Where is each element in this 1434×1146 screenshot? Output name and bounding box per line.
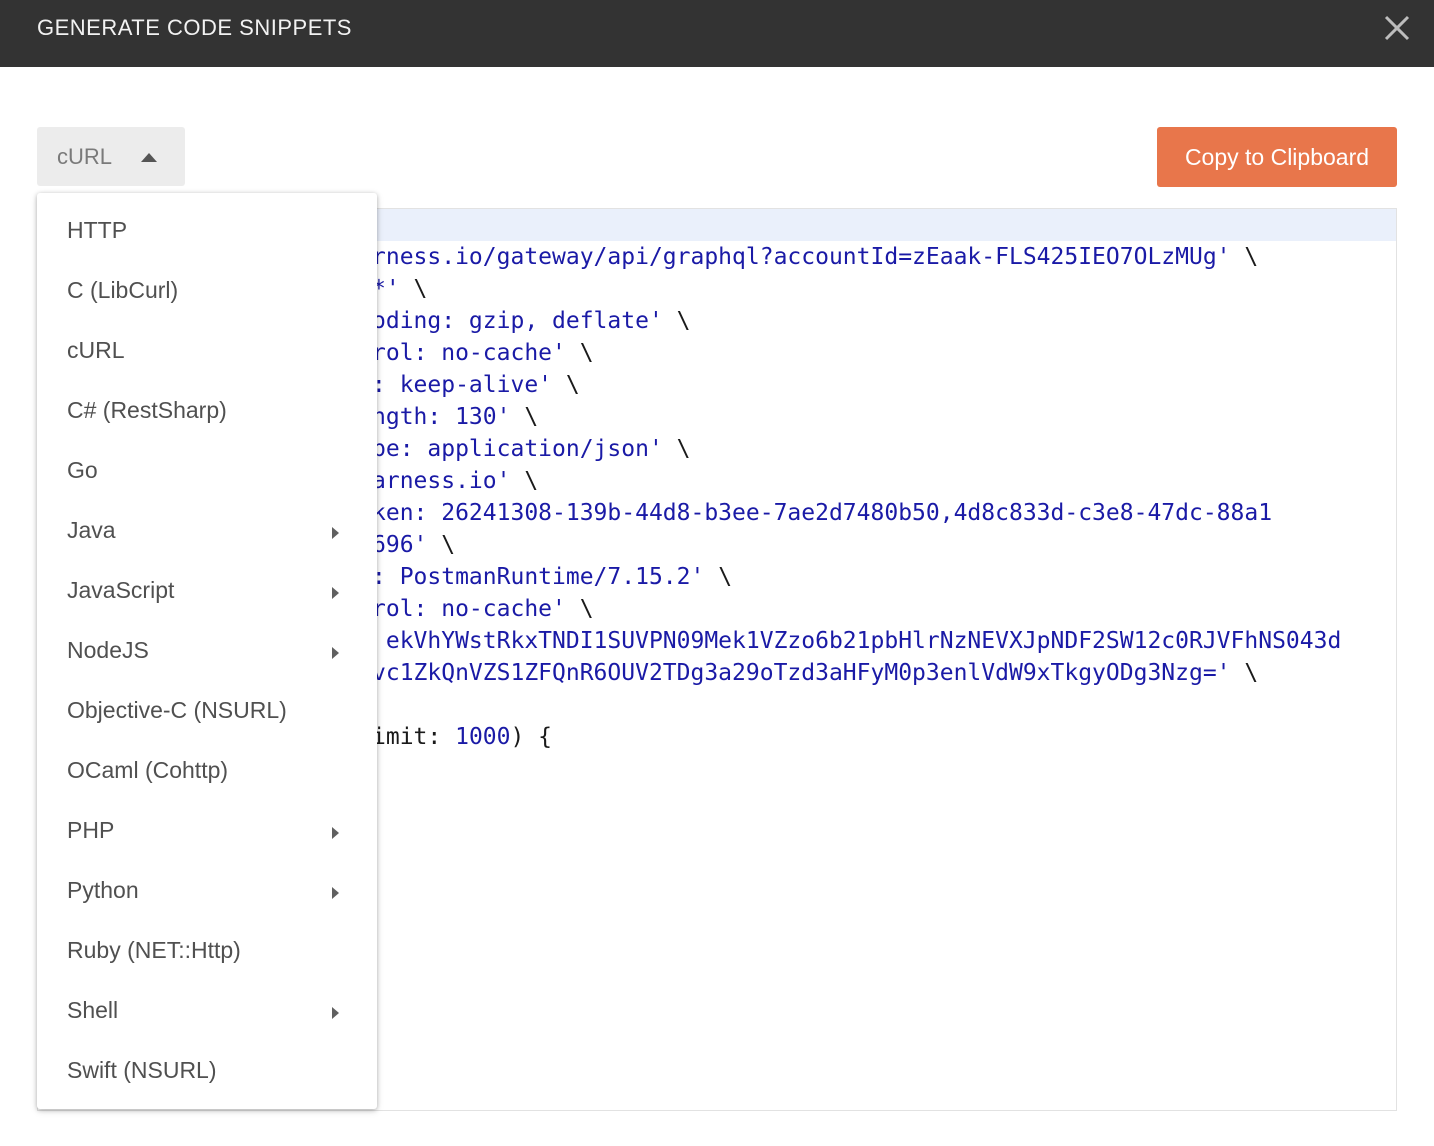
submenu-arrow-icon [332, 887, 339, 899]
menu-item-php[interactable]: PHP [37, 803, 377, 863]
code-line: arness.io' \ [372, 468, 539, 494]
menu-item-label: Go [67, 457, 98, 483]
submenu-arrow-icon [332, 647, 339, 659]
code-line: ken: 26241308-139b-44d8-b3ee-7ae2d7480b5… [372, 500, 1273, 526]
language-select-value: cURL [57, 144, 113, 169]
submenu-arrow-icon [332, 1007, 339, 1019]
menu-item-c-restsharp[interactable]: C# (RestSharp) [37, 383, 377, 443]
menu-item-label: C# (RestSharp) [67, 397, 227, 423]
menu-item-label: Java [67, 517, 116, 543]
menu-item-label: Python [67, 877, 139, 903]
submenu-arrow-icon [332, 827, 339, 839]
menu-item-swift-nsurl[interactable]: Swift (NSURL) [37, 1043, 377, 1103]
menu-item-curl[interactable]: cURL [37, 323, 377, 383]
code-line: oding: gzip, deflate' \ [372, 308, 691, 334]
menu-item-label: Ruby (NET::Http) [67, 937, 241, 963]
submenu-arrow-icon [332, 527, 339, 539]
dialog-title: GENERATE CODE SNIPPETS [37, 15, 352, 40]
menu-item-c-libcurl[interactable]: C (LibCurl) [37, 263, 377, 323]
menu-item-label: HTTP [67, 217, 128, 243]
code-line: : PostmanRuntime/7.15.2' \ [372, 564, 733, 590]
copy-to-clipboard-button[interactable]: Copy to Clipboard [1157, 127, 1397, 187]
menu-item-label: Shell [67, 997, 119, 1023]
code-line: rness.io/gateway/api/graphql?accountId=z… [372, 244, 1259, 270]
code-line: pe: application/json' \ [372, 436, 691, 462]
menu-item-http[interactable]: HTTP [37, 203, 377, 263]
language-select[interactable]: cURL [37, 127, 185, 186]
menu-item-label: Swift (NSURL) [67, 1057, 217, 1083]
caret-up-icon [141, 153, 157, 162]
menu-item-label: Objective-C (NSURL) [67, 697, 287, 723]
menu-item-python[interactable]: Python [37, 863, 377, 923]
code-line-query: imit: 1000) { [372, 724, 553, 750]
dialog-header: GENERATE CODE SNIPPETS [0, 0, 1434, 67]
language-dropdown-menu: HTTP C (LibCurl) cURL C# (RestSharp) Go Java J… [37, 193, 377, 1109]
code-line: rol: no-cache' \ [372, 340, 594, 366]
code-line: *' \ [372, 276, 428, 302]
code-line: vc1ZkQnVZS1ZFQnR6OUV2TDg3a29oTzd3aHFyM0p… [372, 660, 1259, 686]
close-icon[interactable] [1378, 9, 1416, 47]
menu-item-label: OCaml (Cohttp) [67, 757, 229, 783]
menu-item-label: JavaScript [67, 577, 175, 603]
menu-item-label: cURL [67, 337, 125, 363]
code-line: 696' \ [372, 532, 456, 558]
menu-item-label: PHP [67, 817, 115, 843]
menu-item-nodejs[interactable]: NodeJS [37, 623, 377, 683]
menu-item-shell[interactable]: Shell [37, 983, 377, 1043]
menu-item-label: C (LibCurl) [67, 277, 179, 303]
code-line: rol: no-cache' \ [372, 596, 594, 622]
menu-item-ruby-net-http[interactable]: Ruby (NET::Http) [37, 923, 377, 983]
menu-item-go[interactable]: Go [37, 443, 377, 503]
menu-item-javascript[interactable]: JavaScript [37, 563, 377, 623]
submenu-arrow-icon [332, 587, 339, 599]
menu-item-ocaml-cohttp[interactable]: OCaml (Cohttp) [37, 743, 377, 803]
menu-item-java[interactable]: Java [37, 503, 377, 563]
code-line: ekVhYWstRkxTNDI1SUVPN09Mek1VZzo6b21pbHlr… [372, 628, 1342, 654]
code-line: : keep-alive' \ [372, 372, 580, 398]
code-line: ngth: 130' \ [372, 404, 539, 430]
menu-item-objective-c-nsurl[interactable]: Objective-C (NSURL) [37, 683, 377, 743]
menu-item-label: NodeJS [67, 637, 149, 663]
